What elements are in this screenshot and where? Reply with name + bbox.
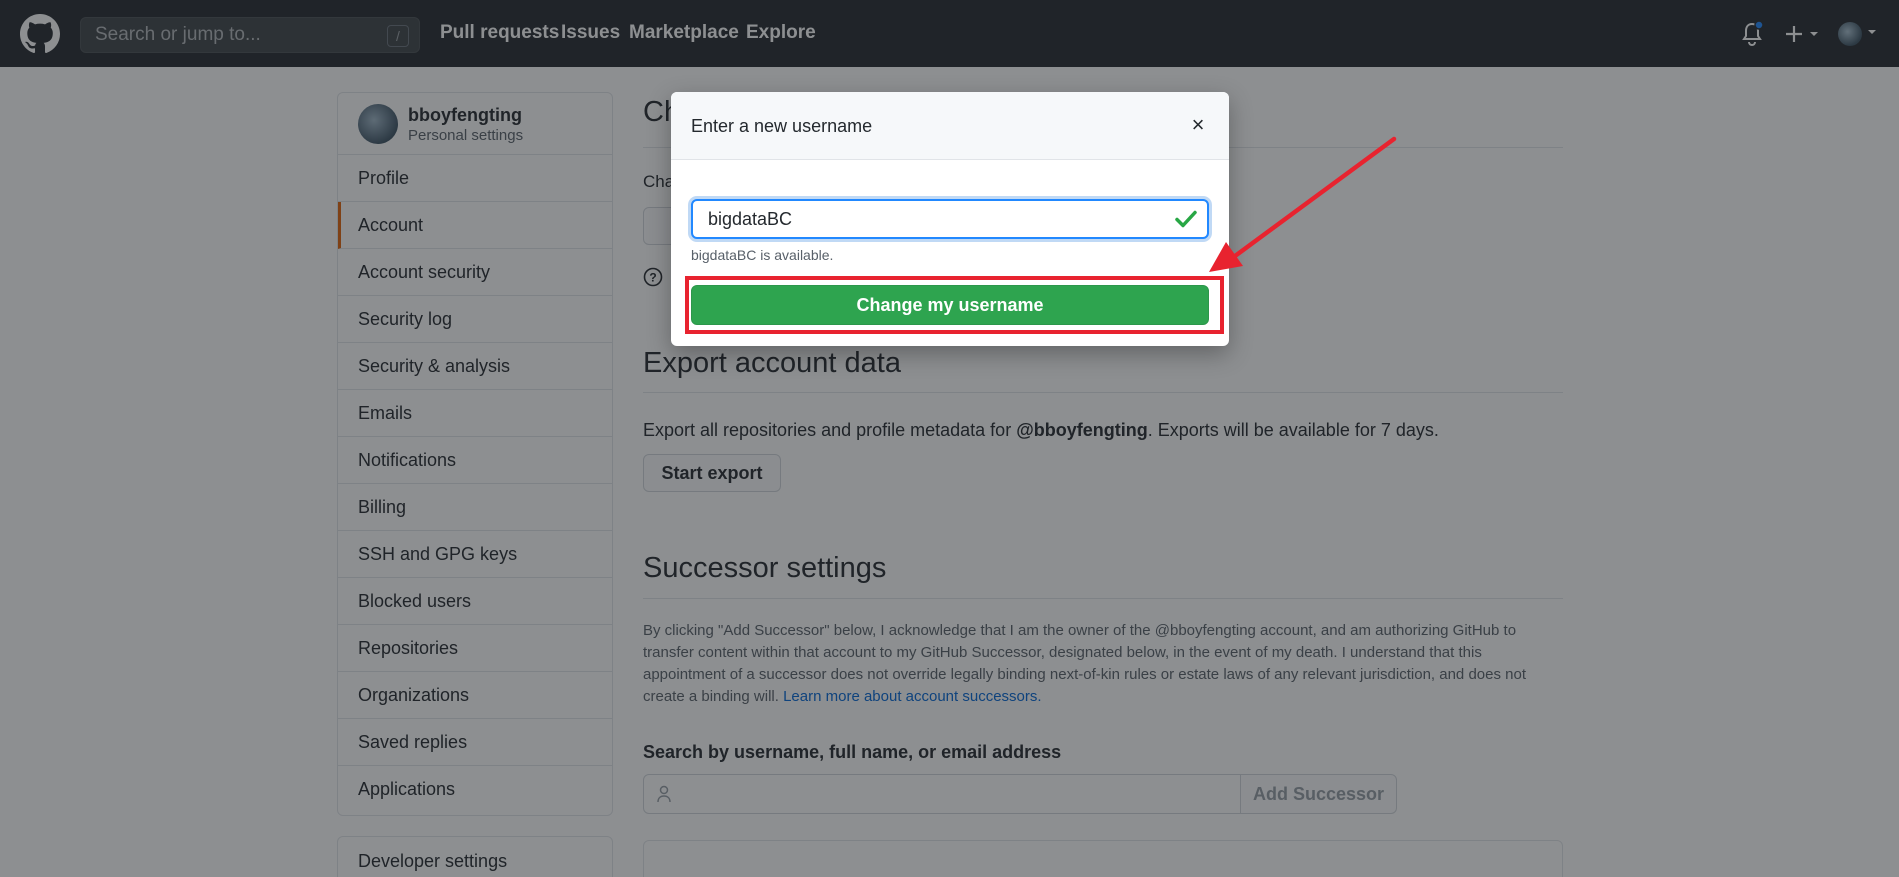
dialog-title: Enter a new username [691,116,873,136]
new-username-input[interactable] [691,199,1209,239]
dialog-header: Enter a new username × [671,92,1229,160]
availability-note: bigdataBC is available. [691,247,834,263]
check-icon [1175,210,1197,228]
close-icon[interactable]: × [1185,112,1211,138]
annotation-highlight-box [685,276,1224,334]
